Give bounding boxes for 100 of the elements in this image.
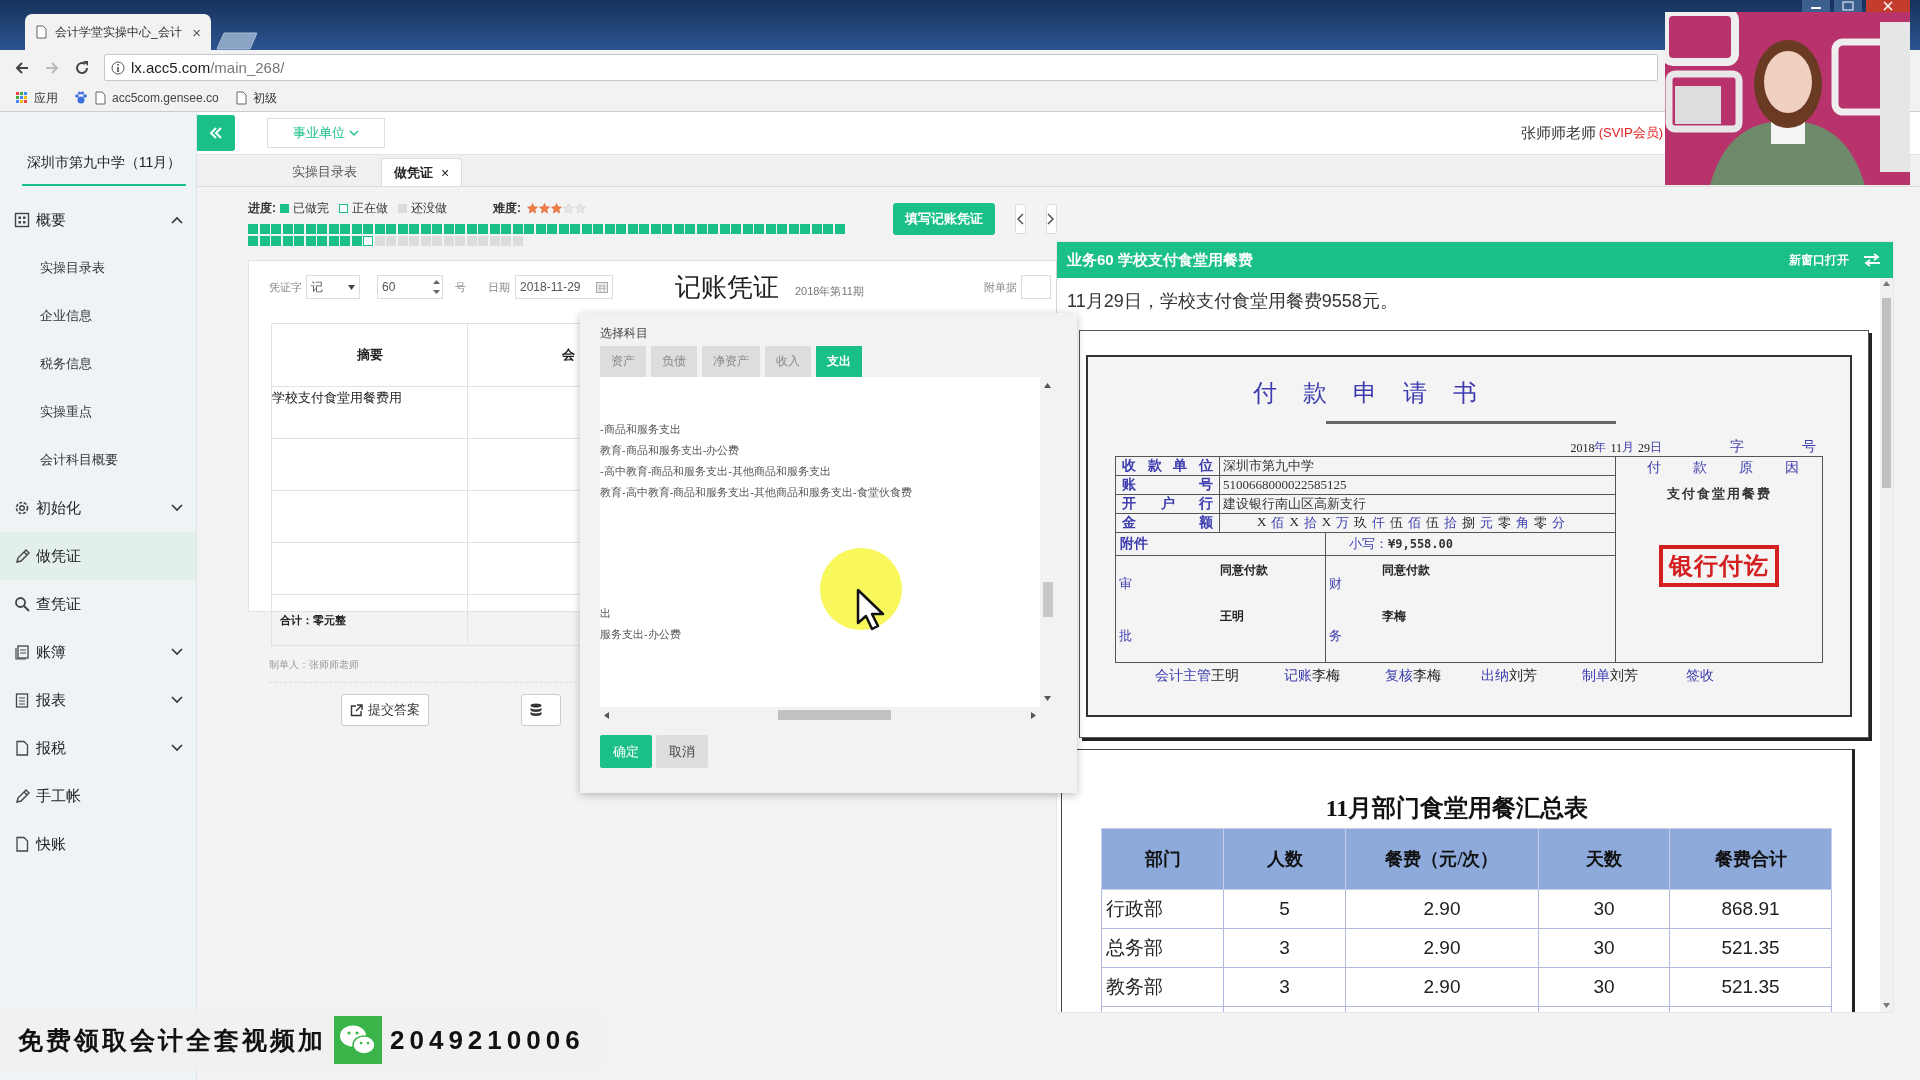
task-square[interactable] — [328, 224, 339, 234]
cancel-button[interactable]: 取消 — [656, 735, 708, 768]
sidebar-subitem[interactable]: 实操重点 — [0, 388, 196, 436]
table-cell: 3 — [1223, 928, 1346, 968]
subject-entry[interactable]: 服务支出-办公费 — [600, 624, 681, 645]
task-square[interactable] — [420, 224, 431, 234]
subject-entry[interactable]: -高中教育-商品和服务支出-其他商品和服务支出 — [600, 461, 831, 482]
scroll-right-icon[interactable] — [1031, 711, 1036, 719]
sidebar-item[interactable]: 账簿 — [0, 628, 196, 676]
task-square[interactable] — [282, 224, 293, 234]
page-tab[interactable]: 做凭证 × — [381, 158, 463, 186]
sidebar-subitem[interactable]: 实操目录表 — [0, 244, 196, 292]
subject-entry[interactable]: 教育-高中教育-商品和服务支出-其他商品和服务支出-食堂伙食费 — [600, 482, 912, 503]
scrollbar-thumb[interactable] — [778, 710, 891, 720]
task-square[interactable] — [466, 224, 477, 234]
back-icon[interactable] — [14, 59, 30, 76]
task-square[interactable] — [259, 236, 270, 246]
user-name: 张师师老师 — [1520, 123, 1596, 143]
task-square[interactable] — [696, 224, 707, 234]
form-value: 深圳市第九中学 — [1219, 456, 1616, 476]
browser-tab[interactable]: 会计学堂实操中心_会计 × — [25, 14, 211, 50]
swap-icon[interactable] — [1863, 253, 1881, 267]
subject-entry[interactable]: -商品和服务支出 — [600, 419, 681, 440]
sidebar-subitem[interactable]: 会计科目概要 — [0, 436, 196, 484]
task-square[interactable] — [834, 224, 845, 234]
task-square[interactable] — [305, 224, 316, 234]
scroll-up-icon[interactable] — [1883, 281, 1890, 286]
task-square[interactable] — [397, 224, 408, 234]
sidebar-subitem[interactable]: 企业信息 — [0, 292, 196, 340]
form-value: 11 — [1610, 441, 1622, 456]
voucher-word-select[interactable]: 记 — [306, 275, 360, 299]
task-square[interactable] — [788, 224, 799, 234]
task-square[interactable] — [489, 224, 500, 234]
close-icon[interactable]: × — [441, 164, 450, 181]
handwritten-note: 同意付款 — [1220, 562, 1268, 579]
new-tab-button[interactable] — [215, 32, 261, 50]
task-square[interactable] — [374, 236, 385, 246]
form-value: ¥9,558.00 — [1388, 537, 1454, 551]
previous-button[interactable] — [1014, 204, 1026, 234]
task-square[interactable] — [627, 224, 638, 234]
maximize-icon[interactable] — [1834, 0, 1862, 12]
sidebar-subitem[interactable]: 税务信息 — [0, 340, 196, 388]
difficulty-label: 难度: — [493, 199, 521, 217]
attachments-field[interactable] — [1020, 275, 1051, 299]
task-square[interactable] — [765, 224, 776, 234]
task-square[interactable] — [742, 224, 753, 234]
collapse-button[interactable] — [197, 115, 235, 151]
task-square[interactable] — [811, 224, 822, 234]
date-field[interactable]: 2018-11-29 — [515, 275, 613, 299]
bookmark[interactable]: acc5com.gensee.co — [94, 91, 219, 105]
close-icon[interactable] — [1866, 0, 1910, 12]
sidebar-item[interactable]: 快账 — [0, 820, 196, 868]
next-button[interactable] — [1045, 204, 1057, 234]
form-label: 出纳 — [1481, 667, 1509, 685]
task-square[interactable] — [535, 224, 546, 234]
spinner-icon[interactable] — [432, 277, 441, 297]
minimize-icon[interactable] — [1802, 0, 1830, 12]
address-field[interactable]: lx.acc5.com/main_268/ — [104, 54, 1658, 81]
submit-answer-button[interactable]: 提交答案 — [341, 694, 429, 726]
task-square[interactable] — [305, 236, 316, 246]
task-square[interactable] — [351, 224, 362, 234]
task-square[interactable] — [259, 224, 270, 234]
task-square[interactable] — [558, 224, 569, 234]
task-square[interactable] — [673, 224, 684, 234]
form-label: 佰 — [1408, 514, 1422, 532]
task-square[interactable] — [351, 236, 362, 246]
bookmark[interactable]: 应用 — [16, 89, 58, 107]
bookmark[interactable]: 初级 — [234, 89, 277, 107]
form-value: 李梅 — [1413, 667, 1441, 685]
sidebar-item[interactable]: 手工帐 — [0, 772, 196, 820]
task-square[interactable] — [328, 236, 339, 246]
scroll-down-icon[interactable] — [1883, 1003, 1890, 1008]
scrollbar-thumb[interactable] — [1882, 298, 1891, 488]
task-square[interactable] — [282, 236, 293, 246]
sidebar-item[interactable]: 报税 — [0, 724, 196, 772]
database-button[interactable] — [521, 694, 561, 726]
task-square[interactable] — [719, 224, 730, 234]
scroll-up-icon[interactable] — [1044, 383, 1051, 388]
task-square[interactable] — [363, 236, 373, 246]
sidebar-item[interactable]: 概要 — [0, 196, 196, 244]
task-square[interactable] — [604, 224, 615, 234]
sidebar-item[interactable]: 报表 — [0, 676, 196, 724]
voucher-number-field[interactable]: 60 — [377, 275, 443, 299]
task-square[interactable] — [581, 224, 592, 234]
close-icon[interactable]: × — [192, 23, 201, 41]
sidebar-item[interactable]: 初始化 — [0, 484, 196, 532]
task-square[interactable] — [512, 224, 523, 234]
sidebar-item[interactable]: 查凭证 — [0, 580, 196, 628]
task-square[interactable] — [443, 224, 454, 234]
scroll-down-icon[interactable] — [1044, 696, 1051, 701]
task-square[interactable] — [374, 224, 385, 234]
page-tab[interactable]: 实操目录表 — [280, 158, 369, 186]
forward-icon[interactable] — [44, 59, 60, 76]
subject-entry[interactable]: 教育-商品和服务支出-办公费 — [600, 440, 740, 461]
scrollbar-thumb[interactable] — [1043, 582, 1053, 617]
reload-icon[interactable] — [74, 59, 90, 76]
task-square[interactable] — [650, 224, 661, 234]
sidebar-item[interactable]: 做凭证 — [0, 532, 196, 580]
scroll-left-icon[interactable] — [604, 711, 609, 719]
subject-entry[interactable]: 出 — [600, 603, 611, 624]
